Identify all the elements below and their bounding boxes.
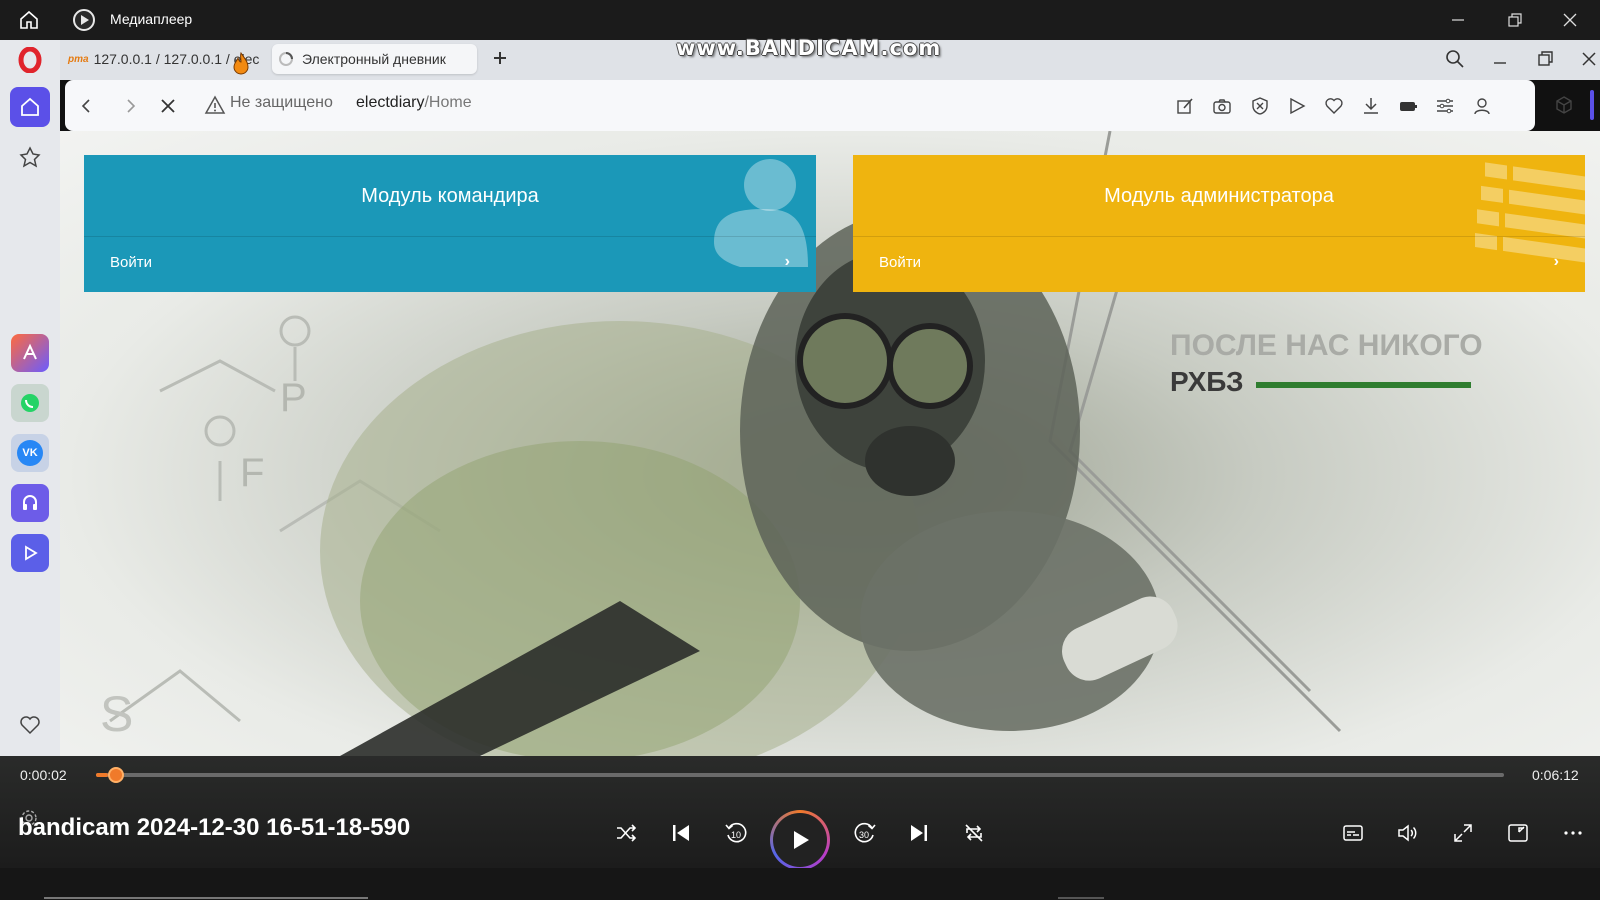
rewind-10-icon[interactable]: 10 xyxy=(721,818,751,848)
previous-track-icon[interactable] xyxy=(666,818,696,848)
svg-text:30: 30 xyxy=(859,830,869,840)
download-icon[interactable] xyxy=(1360,95,1382,117)
fullscreen-icon[interactable] xyxy=(1448,818,1478,848)
new-tab-button[interactable] xyxy=(490,48,510,68)
loading-spinner-icon xyxy=(278,51,294,67)
svg-text:S: S xyxy=(100,686,133,742)
back-button[interactable] xyxy=(75,95,97,117)
subtitles-icon[interactable] xyxy=(1338,818,1368,848)
sidebar-home-button[interactable] xyxy=(10,87,50,127)
forward-button[interactable] xyxy=(120,95,142,117)
browser-minimize-button[interactable] xyxy=(1489,48,1511,70)
seek-thumb[interactable] xyxy=(108,767,124,783)
video-player-icon[interactable] xyxy=(11,534,49,572)
play-button[interactable] xyxy=(770,810,830,870)
svg-text:10: 10 xyxy=(731,830,741,840)
security-warning-label[interactable]: Не защищено xyxy=(230,94,333,112)
battery-saver-icon[interactable] xyxy=(1397,95,1419,117)
fire-emoji-icon xyxy=(232,52,250,76)
profile-icon[interactable] xyxy=(1471,95,1493,117)
home-icon[interactable] xyxy=(18,9,40,31)
snapshot-edit-icon[interactable] xyxy=(1174,95,1196,117)
player-controls: 0:00:02 0:06:12 bandicam 2024-12-30 16-5… xyxy=(0,756,1600,870)
admin-module-title: Модуль администратора xyxy=(1104,185,1334,207)
poster-subtitle: РХБЗ xyxy=(1170,366,1244,397)
seek-progress xyxy=(96,773,108,777)
current-time: 0:00:02 xyxy=(20,767,67,783)
admin-stripes-icon xyxy=(1475,162,1585,263)
favorites-heart-icon[interactable] xyxy=(10,705,50,745)
extensions-cube-icon[interactable] xyxy=(1553,94,1575,116)
commander-module-title: Модуль командира xyxy=(361,185,539,207)
stop-loading-button[interactable] xyxy=(157,95,179,117)
admin-module-card[interactable]: Модуль администратора Войти › xyxy=(853,155,1585,292)
media-player-logo-icon xyxy=(73,9,95,31)
user-silhouette-icon xyxy=(714,159,808,267)
sidebar-speed-dial-icon[interactable] xyxy=(10,137,50,177)
taskbar-indicator xyxy=(1058,897,1104,899)
close-button[interactable] xyxy=(1558,8,1582,32)
pma-favicon-icon: pma xyxy=(68,53,89,65)
card-divider xyxy=(84,236,816,237)
heart-icon[interactable] xyxy=(1323,95,1345,117)
commander-login-link[interactable]: Войти xyxy=(110,254,152,271)
total-time: 0:06:12 xyxy=(1532,767,1579,783)
whatsapp-icon[interactable] xyxy=(11,384,49,422)
media-title: bandicam 2024-12-30 16-51-18-590 xyxy=(18,814,411,841)
search-tabs-icon[interactable] xyxy=(1444,48,1466,70)
more-options-icon[interactable] xyxy=(1558,818,1588,848)
music-player-icon[interactable] xyxy=(11,484,49,522)
restore-button[interactable] xyxy=(1502,8,1526,32)
admin-login-link[interactable]: Войти xyxy=(879,254,921,271)
card-divider xyxy=(853,236,1585,237)
easy-setup-icon[interactable] xyxy=(1434,95,1456,117)
chevron-right-icon[interactable]: › xyxy=(785,253,790,271)
commander-module-card[interactable]: Модуль командира Войти › xyxy=(84,155,816,292)
forward-30-icon[interactable]: 30 xyxy=(850,818,880,848)
flow-send-icon[interactable] xyxy=(1286,95,1308,117)
svg-text:P: P xyxy=(280,376,307,420)
mini-player-icon[interactable] xyxy=(1503,818,1533,848)
url-path: /Home xyxy=(424,94,472,111)
taskbar-indicator xyxy=(44,897,368,899)
play-icon xyxy=(773,813,827,867)
chevron-right-icon[interactable]: › xyxy=(1554,253,1559,271)
opera-logo-icon[interactable] xyxy=(10,40,50,80)
shuffle-icon[interactable] xyxy=(611,818,641,848)
scroll-indicator xyxy=(1590,90,1594,120)
volume-icon[interactable] xyxy=(1393,818,1423,848)
player-app-title: Медиаплеер xyxy=(110,11,193,27)
camera-icon[interactable] xyxy=(1211,95,1233,117)
adblock-icon[interactable] xyxy=(1249,95,1271,117)
page-content: P F S Модуль командира Войти › Модуль ад… xyxy=(60,131,1600,756)
browser-restore-button[interactable] xyxy=(1534,48,1556,70)
url-host: electdiary xyxy=(356,94,425,111)
poster-slogan: ПОСЛЕ НАС НИКОГО xyxy=(1170,329,1483,362)
browser-close-button[interactable] xyxy=(1578,48,1600,70)
seek-bar[interactable] xyxy=(96,767,1504,783)
warning-icon[interactable] xyxy=(204,94,226,116)
minimize-button[interactable] xyxy=(1446,8,1470,32)
aria-app-icon[interactable] xyxy=(11,334,49,372)
next-track-icon[interactable] xyxy=(904,818,934,848)
svg-text:F: F xyxy=(240,451,264,495)
url-field[interactable]: electdiary/Home xyxy=(356,94,472,112)
poster-green-line xyxy=(1256,382,1471,388)
bottom-strip xyxy=(0,868,1600,900)
tab-electronic-diary[interactable]: Электронный дневник xyxy=(272,44,477,74)
browser-sidebar: VK xyxy=(0,40,60,756)
bandicam-watermark: www.BANDICAM.com xyxy=(676,36,942,60)
tab-label: Электронный дневник xyxy=(302,51,446,67)
address-bar: Не защищено electdiary/Home xyxy=(65,80,1535,131)
vk-icon[interactable]: VK xyxy=(11,434,49,472)
repeat-off-icon[interactable] xyxy=(959,818,989,848)
player-titlebar: Медиаплеер xyxy=(0,0,1600,40)
